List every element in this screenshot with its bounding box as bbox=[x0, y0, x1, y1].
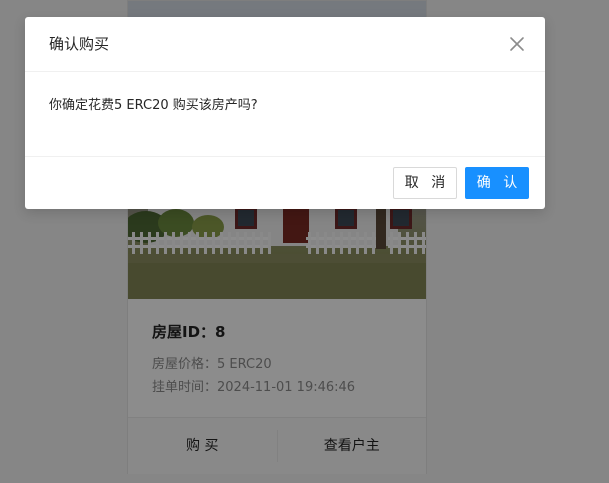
confirm-button[interactable]: 确 认 bbox=[465, 167, 529, 199]
modal-footer: 取 消 确 认 bbox=[25, 157, 545, 210]
modal-title: 确认购买 bbox=[49, 35, 110, 53]
cancel-button[interactable]: 取 消 bbox=[393, 167, 457, 199]
modal-body: 你确定花费5 ERC20 购买该房产吗? bbox=[25, 72, 545, 157]
close-icon[interactable] bbox=[507, 34, 527, 54]
modal-header: 确认购买 bbox=[25, 17, 545, 72]
modal-message: 你确定花费5 ERC20 购买该房产吗? bbox=[49, 98, 258, 113]
confirm-purchase-modal: 确认购买 你确定花费5 ERC20 购买该房产吗? 取 消 确 认 bbox=[25, 17, 545, 209]
